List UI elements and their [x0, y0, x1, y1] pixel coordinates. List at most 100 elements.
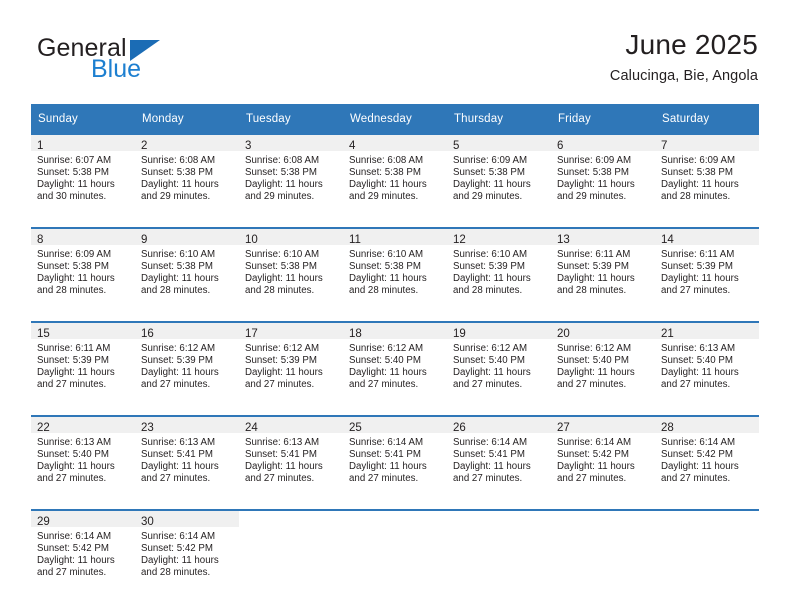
sunset-text: Sunset: 5:38 PM — [245, 261, 317, 273]
daylight-text-line1: Daylight: 11 hours — [557, 367, 635, 379]
calendar-day-cell[interactable]: 18 Sunrise: 6:12 AM Sunset: 5:40 PM Dayligh… — [343, 321, 447, 410]
day-details: Sunrise: 6:12 AM Sunset: 5:40 PM Daylight:… — [551, 339, 655, 391]
calendar-page: General Blue June 2025 Calucinga, Bie, A… — [0, 0, 792, 612]
calendar-day-cell[interactable]: 22 Sunrise: 6:13 AM Sunset: 5:40 PM Dayligh… — [31, 415, 135, 504]
sunset-text: Sunset: 5:41 PM — [245, 449, 317, 461]
calendar-day-cell[interactable]: 4 Sunrise: 6:08 AM Sunset: 5:38 PM Daylight… — [343, 133, 447, 222]
daylight-text-line1: Daylight: 11 hours — [349, 461, 427, 473]
day-cell-25[interactable]: 25 Sunrise: 6:14 AM Sunset: 5:41 PM Dayligh… — [343, 417, 447, 504]
day-cell-24[interactable]: 24 Sunrise: 6:13 AM Sunset: 5:41 PM Dayligh… — [239, 417, 343, 504]
day-cell-26[interactable]: 26 Sunrise: 6:14 AM Sunset: 5:41 PM Dayligh… — [447, 417, 551, 504]
calendar-day-cell[interactable]: 7 Sunrise: 6:09 AM Sunset: 5:38 PM Daylight… — [655, 133, 759, 222]
day-cell-3[interactable]: 3 Sunrise: 6:08 AM Sunset: 5:38 PM Daylight… — [239, 135, 343, 222]
day-cell-27[interactable]: 27 Sunrise: 6:14 AM Sunset: 5:42 PM Dayligh… — [551, 417, 655, 504]
calendar-day-cell[interactable] — [551, 509, 655, 598]
calendar-day-cell[interactable]: 8 Sunrise: 6:09 AM Sunset: 5:38 PM Daylight… — [31, 227, 135, 316]
day-cell-23[interactable]: 23 Sunrise: 6:13 AM Sunset: 5:41 PM Dayligh… — [135, 417, 239, 504]
day-cell-empty — [551, 511, 655, 598]
daylight-text-line1: Daylight: 11 hours — [661, 367, 739, 379]
calendar-day-cell[interactable]: 1 Sunrise: 6:07 AM Sunset: 5:38 PM Daylight… — [31, 133, 135, 222]
calendar-day-cell[interactable]: 24 Sunrise: 6:13 AM Sunset: 5:41 PM Dayligh… — [239, 415, 343, 504]
calendar-day-cell[interactable]: 5 Sunrise: 6:09 AM Sunset: 5:38 PM Daylight… — [447, 133, 551, 222]
day-cell-22[interactable]: 22 Sunrise: 6:13 AM Sunset: 5:40 PM Dayligh… — [31, 417, 135, 504]
calendar-day-cell[interactable]: 21 Sunrise: 6:13 AM Sunset: 5:40 PM Dayligh… — [655, 321, 759, 410]
day-cell-4[interactable]: 4 Sunrise: 6:08 AM Sunset: 5:38 PM Daylight… — [343, 135, 447, 222]
calendar-day-cell[interactable]: 6 Sunrise: 6:09 AM Sunset: 5:38 PM Daylight… — [551, 133, 655, 222]
daylight-text-line1: Daylight: 11 hours — [37, 179, 115, 191]
weekday-header-friday: Friday — [551, 104, 655, 134]
day-cell-18[interactable]: 18 Sunrise: 6:12 AM Sunset: 5:40 PM Dayligh… — [343, 323, 447, 410]
daylight-text-line1: Daylight: 11 hours — [557, 179, 635, 191]
day-cell-1[interactable]: 1 Sunrise: 6:07 AM Sunset: 5:38 PM Daylight… — [31, 135, 135, 222]
day-cell-13[interactable]: 13 Sunrise: 6:11 AM Sunset: 5:39 PM Dayligh… — [551, 229, 655, 316]
day-number: 19 — [453, 328, 466, 340]
sunrise-text: Sunrise: 6:12 AM — [349, 343, 424, 354]
day-cell-6[interactable]: 6 Sunrise: 6:09 AM Sunset: 5:38 PM Daylight… — [551, 135, 655, 222]
calendar-day-cell[interactable]: 26 Sunrise: 6:14 AM Sunset: 5:41 PM Dayligh… — [447, 415, 551, 504]
day-cell-7[interactable]: 7 Sunrise: 6:09 AM Sunset: 5:38 PM Daylight… — [655, 135, 759, 222]
day-cell-30[interactable]: 30 Sunrise: 6:14 AM Sunset: 5:42 PM Dayligh… — [135, 511, 239, 598]
day-cell-12[interactable]: 12 Sunrise: 6:10 AM Sunset: 5:39 PM Dayligh… — [447, 229, 551, 316]
sunset-text: Sunset: 5:40 PM — [349, 355, 421, 367]
day-cell-9[interactable]: 9 Sunrise: 6:10 AM Sunset: 5:38 PM Daylight… — [135, 229, 239, 316]
calendar-day-cell[interactable]: 29 Sunrise: 6:14 AM Sunset: 5:42 PM Dayligh… — [31, 509, 135, 598]
sunrise-text: Sunrise: 6:08 AM — [245, 155, 320, 166]
calendar-day-cell[interactable]: 30 Sunrise: 6:14 AM Sunset: 5:42 PM Dayligh… — [135, 509, 239, 598]
day-cell-2[interactable]: 2 Sunrise: 6:08 AM Sunset: 5:38 PM Daylight… — [135, 135, 239, 222]
day-number: 12 — [453, 234, 466, 246]
calendar-day-cell[interactable]: 28 Sunrise: 6:14 AM Sunset: 5:42 PM Dayligh… — [655, 415, 759, 504]
calendar-day-cell[interactable]: 19 Sunrise: 6:12 AM Sunset: 5:40 PM Dayligh… — [447, 321, 551, 410]
calendar-day-cell[interactable] — [239, 509, 343, 598]
calendar-day-cell[interactable]: 2 Sunrise: 6:08 AM Sunset: 5:38 PM Daylight… — [135, 133, 239, 222]
calendar-day-cell[interactable]: 14 Sunrise: 6:11 AM Sunset: 5:39 PM Dayligh… — [655, 227, 759, 316]
calendar-day-cell[interactable]: 12 Sunrise: 6:10 AM Sunset: 5:39 PM Dayligh… — [447, 227, 551, 316]
daylight-text-line1: Daylight: 11 hours — [453, 273, 531, 285]
sunset-text: Sunset: 5:39 PM — [245, 355, 317, 367]
day-cell-16[interactable]: 16 Sunrise: 6:12 AM Sunset: 5:39 PM Dayligh… — [135, 323, 239, 410]
day-details: Sunrise: 6:14 AM Sunset: 5:42 PM Daylight:… — [655, 433, 759, 485]
calendar-day-cell[interactable]: 15 Sunrise: 6:11 AM Sunset: 5:39 PM Dayligh… — [31, 321, 135, 410]
calendar-day-cell[interactable]: 17 Sunrise: 6:12 AM Sunset: 5:39 PM Dayligh… — [239, 321, 343, 410]
calendar-day-cell[interactable]: 23 Sunrise: 6:13 AM Sunset: 5:41 PM Dayligh… — [135, 415, 239, 504]
day-cell-5[interactable]: 5 Sunrise: 6:09 AM Sunset: 5:38 PM Daylight… — [447, 135, 551, 222]
day-number-band — [447, 511, 551, 527]
sunset-text: Sunset: 5:38 PM — [245, 167, 317, 179]
calendar-day-cell[interactable]: 11 Sunrise: 6:10 AM Sunset: 5:38 PM Dayligh… — [343, 227, 447, 316]
day-cell-8[interactable]: 8 Sunrise: 6:09 AM Sunset: 5:38 PM Daylight… — [31, 229, 135, 316]
calendar-day-cell[interactable]: 25 Sunrise: 6:14 AM Sunset: 5:41 PM Dayligh… — [343, 415, 447, 504]
day-number: 13 — [557, 234, 570, 246]
day-number: 22 — [37, 422, 50, 434]
day-cell-14[interactable]: 14 Sunrise: 6:11 AM Sunset: 5:39 PM Dayligh… — [655, 229, 759, 316]
day-cell-21[interactable]: 21 Sunrise: 6:13 AM Sunset: 5:40 PM Dayligh… — [655, 323, 759, 410]
day-cell-20[interactable]: 20 Sunrise: 6:12 AM Sunset: 5:40 PM Dayligh… — [551, 323, 655, 410]
calendar-day-cell[interactable]: 13 Sunrise: 6:11 AM Sunset: 5:39 PM Dayligh… — [551, 227, 655, 316]
day-cell-15[interactable]: 15 Sunrise: 6:11 AM Sunset: 5:39 PM Dayligh… — [31, 323, 135, 410]
sunset-text: Sunset: 5:42 PM — [661, 449, 733, 461]
day-cell-11[interactable]: 11 Sunrise: 6:10 AM Sunset: 5:38 PM Dayligh… — [343, 229, 447, 316]
sunrise-text: Sunrise: 6:09 AM — [661, 155, 736, 166]
day-cell-17[interactable]: 17 Sunrise: 6:12 AM Sunset: 5:39 PM Dayligh… — [239, 323, 343, 410]
calendar-day-cell[interactable] — [655, 509, 759, 598]
day-cell-28[interactable]: 28 Sunrise: 6:14 AM Sunset: 5:42 PM Dayligh… — [655, 417, 759, 504]
day-number-band: 15 — [31, 323, 135, 340]
daylight-text-line2: and 27 minutes. — [557, 379, 627, 391]
calendar-day-cell[interactable]: 9 Sunrise: 6:10 AM Sunset: 5:38 PM Daylight… — [135, 227, 239, 316]
calendar-day-cell[interactable]: 3 Sunrise: 6:08 AM Sunset: 5:38 PM Daylight… — [239, 133, 343, 222]
calendar-day-cell[interactable] — [343, 509, 447, 598]
calendar-day-cell[interactable] — [447, 509, 551, 598]
day-cell-19[interactable]: 19 Sunrise: 6:12 AM Sunset: 5:40 PM Dayligh… — [447, 323, 551, 410]
day-cell-29[interactable]: 29 Sunrise: 6:14 AM Sunset: 5:42 PM Dayligh… — [31, 511, 135, 598]
sunset-text: Sunset: 5:38 PM — [557, 167, 629, 179]
day-number-band — [343, 511, 447, 527]
sunrise-text: Sunrise: 6:11 AM — [37, 343, 111, 354]
calendar-day-cell[interactable]: 27 Sunrise: 6:14 AM Sunset: 5:42 PM Dayligh… — [551, 415, 655, 504]
day-number-band: 8 — [31, 229, 135, 246]
calendar-day-cell[interactable]: 20 Sunrise: 6:12 AM Sunset: 5:40 PM Dayligh… — [551, 321, 655, 410]
general-blue-logo[interactable]: General Blue — [34, 34, 244, 90]
calendar-day-cell[interactable]: 10 Sunrise: 6:10 AM Sunset: 5:38 PM Dayligh… — [239, 227, 343, 316]
calendar-day-cell[interactable]: 16 Sunrise: 6:12 AM Sunset: 5:39 PM Dayligh… — [135, 321, 239, 410]
sunrise-text: Sunrise: 6:13 AM — [37, 437, 112, 448]
sunset-text: Sunset: 5:42 PM — [557, 449, 629, 461]
day-cell-10[interactable]: 10 Sunrise: 6:10 AM Sunset: 5:38 PM Dayligh… — [239, 229, 343, 316]
day-number: 20 — [557, 328, 570, 340]
